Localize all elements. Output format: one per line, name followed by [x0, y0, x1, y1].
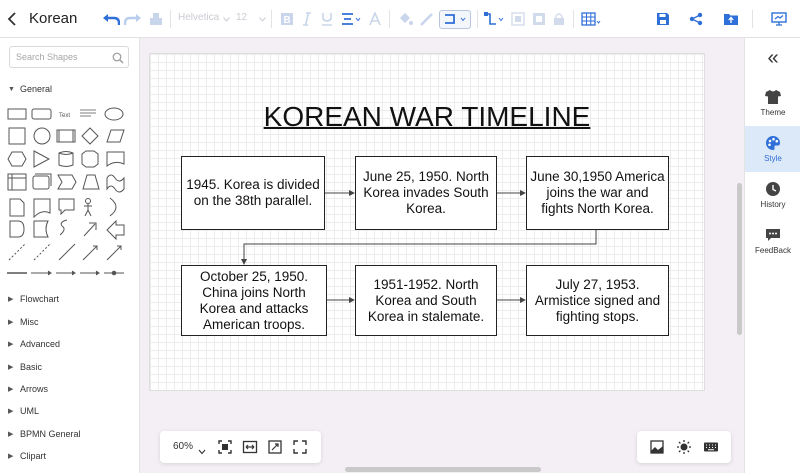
caret-right-icon: ▶ — [8, 364, 14, 371]
horizontal-scrollbar[interactable] — [345, 467, 541, 472]
general-shapes-grid: Text — [7, 106, 129, 281]
category-label: BPMN General — [20, 429, 81, 439]
category-uml[interactable]: ▶ UML — [8, 406, 39, 416]
svg-text:B: B — [284, 15, 291, 26]
align-icon[interactable] — [340, 9, 362, 29]
panel-tab-label: History — [760, 200, 786, 209]
chevron-down-icon[interactable] — [222, 9, 230, 29]
panel-tab-theme[interactable]: Theme — [745, 80, 800, 126]
italic-icon[interactable] — [300, 9, 314, 29]
caret-right-icon: ▶ — [8, 296, 14, 303]
category-label: Basic — [20, 362, 43, 372]
category-bpmn-general[interactable]: ▶ BPMN General — [8, 429, 81, 439]
bold-icon[interactable]: B — [278, 9, 296, 29]
chevron-down-icon[interactable] — [198, 442, 206, 460]
text-shape-label: Text — [59, 113, 70, 119]
font-color-icon[interactable] — [368, 9, 382, 29]
timeline-node-july-27-1953[interactable]: July 27, 1953. Armistice signed and figh… — [526, 265, 669, 336]
caret-right-icon: ▶ — [8, 386, 14, 393]
tshirt-icon — [765, 90, 781, 104]
chat-bubble-icon — [766, 229, 780, 241]
timeline-node-1951-1952[interactable]: 1951-1952. North Korea and South Korea i… — [355, 265, 497, 336]
line-color-icon[interactable] — [418, 9, 436, 29]
image-icon[interactable] — [649, 439, 665, 460]
caret-right-icon: ▶ — [8, 408, 14, 415]
save-icon[interactable] — [654, 9, 672, 29]
search-placeholder: Search Shapes — [16, 52, 78, 62]
underline-icon[interactable] — [320, 9, 334, 29]
caret-right-icon: ▶ — [8, 453, 14, 460]
fullscreen-icon[interactable] — [292, 439, 308, 460]
zoom-level[interactable]: 60% — [173, 441, 193, 452]
collapse-panel-icon[interactable]: « — [745, 48, 800, 68]
document-title[interactable]: Korean War Timeline — [29, 10, 79, 27]
category-label: Clipart — [20, 451, 47, 461]
back-icon[interactable] — [5, 9, 19, 29]
general-shapes-icons[interactable]: Text — [7, 106, 129, 281]
send-back-icon[interactable] — [531, 9, 547, 29]
category-label: Misc — [20, 317, 39, 327]
waypoint-icon[interactable] — [483, 9, 505, 29]
shape-library-panel: Search Shapes ▼ General Text ▶ Flowchart… — [0, 38, 140, 473]
zoom-toolbar: 60% — [160, 431, 321, 463]
palette-icon — [766, 136, 780, 150]
clock-icon — [766, 182, 780, 196]
canvas-area[interactable]: KOREAN WAR TIMELINE 1945. Korea is divid… — [140, 38, 744, 473]
panel-tab-style[interactable]: Style — [745, 126, 800, 172]
fit-page-icon[interactable] — [217, 439, 233, 460]
diagram-page[interactable]: KOREAN WAR TIMELINE 1945. Korea is divid… — [149, 53, 705, 391]
export-folder-icon[interactable] — [722, 9, 740, 29]
category-basic[interactable]: ▶ Basic — [8, 362, 42, 372]
actual-size-icon[interactable] — [267, 439, 283, 460]
category-clipart[interactable]: ▶ Clipart — [8, 451, 46, 461]
timeline-node-october-25-1950[interactable]: October 25, 1950. China joins North Kore… — [181, 265, 327, 336]
search-icon[interactable] — [112, 51, 124, 69]
view-toolbar — [637, 431, 731, 463]
toolbar: Korean War Timeline Helvetica 12 B — [0, 0, 800, 38]
panel-tab-history[interactable]: History — [745, 172, 800, 218]
present-icon[interactable] — [770, 9, 788, 29]
font-size-select[interactable]: 12 — [236, 12, 247, 23]
panel-tab-label: Style — [764, 154, 782, 163]
connector-style-icon[interactable] — [442, 9, 470, 29]
panel-tab-feedback[interactable]: FeedBack — [745, 218, 800, 264]
category-label: Arrows — [20, 384, 49, 394]
category-misc[interactable]: ▶ Misc — [8, 317, 39, 327]
search-shapes-input[interactable]: Search Shapes — [9, 46, 129, 68]
right-panel: « Theme Style History FeedBack — [744, 38, 800, 473]
timeline-node-june-30-1950[interactable]: June 30,1950 America joins the war and f… — [526, 156, 669, 230]
panel-tab-label: FeedBack — [754, 246, 792, 255]
caret-right-icon: ▶ — [8, 319, 14, 326]
fill-color-icon[interactable] — [396, 9, 414, 29]
format-painter-icon[interactable] — [146, 9, 166, 29]
fit-width-icon[interactable] — [242, 439, 258, 460]
lock-icon[interactable] — [552, 9, 566, 29]
redo-icon[interactable] — [123, 9, 143, 29]
caret-down-icon: ▼ — [8, 85, 15, 93]
bring-front-icon[interactable] — [510, 9, 526, 29]
category-label: General — [20, 84, 53, 94]
category-label: Advanced — [20, 339, 61, 349]
keyboard-icon[interactable] — [703, 439, 719, 460]
caret-right-icon: ▶ — [8, 431, 14, 438]
table-icon[interactable] — [580, 9, 602, 29]
share-icon[interactable] — [687, 9, 705, 29]
category-general[interactable]: ▼ General — [8, 84, 52, 94]
timeline-node-1945[interactable]: 1945. Korea is divided on the 38th paral… — [181, 156, 325, 230]
category-advanced[interactable]: ▶ Advanced — [8, 339, 60, 349]
category-label: Flowchart — [20, 294, 60, 304]
chevron-down-icon[interactable] — [258, 9, 266, 29]
panel-tab-label: Theme — [760, 108, 786, 117]
category-label: UML — [20, 406, 40, 416]
undo-icon[interactable] — [101, 9, 121, 29]
light-mode-icon[interactable] — [676, 439, 692, 460]
category-flowchart[interactable]: ▶ Flowchart — [8, 294, 59, 304]
vertical-scrollbar[interactable] — [737, 183, 742, 335]
timeline-node-june-25-1950[interactable]: June 25, 1950. North Korea invades South… — [355, 156, 497, 230]
caret-right-icon: ▶ — [8, 341, 14, 348]
font-family-select[interactable]: Helvetica — [178, 12, 219, 23]
category-arrows[interactable]: ▶ Arrows — [8, 384, 48, 394]
